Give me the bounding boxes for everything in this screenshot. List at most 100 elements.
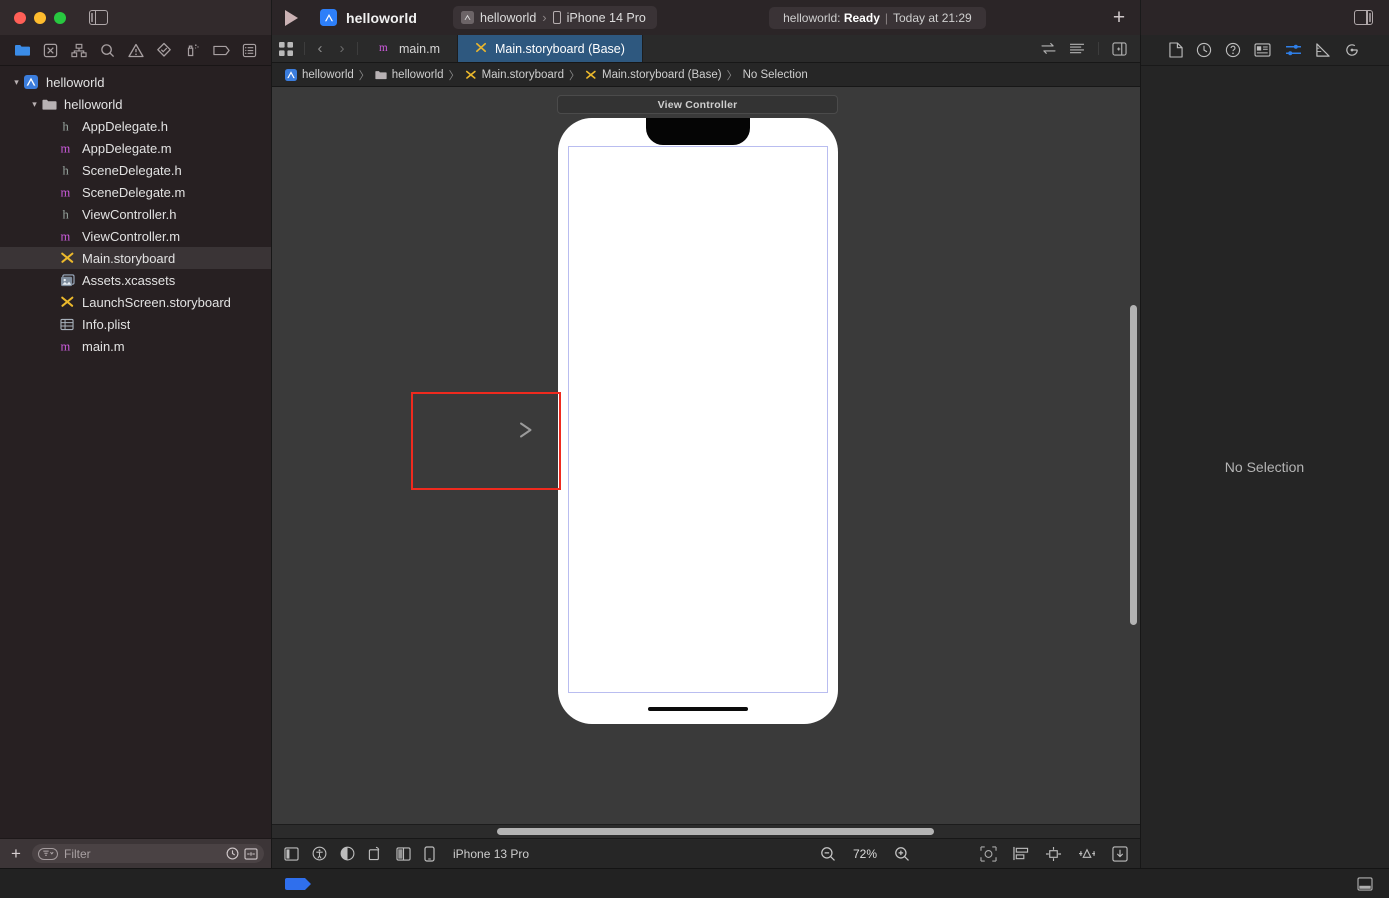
sidebar-right-icon[interactable] (1354, 10, 1373, 25)
file-tree-row[interactable]: Info.plist (0, 313, 272, 335)
attributes-inspector-icon[interactable] (1285, 43, 1302, 57)
console-toggle-icon[interactable] (1357, 877, 1373, 891)
pin-icon[interactable] (1045, 846, 1062, 862)
tab-main-storyboard[interactable]: Main.storyboard (Base) (458, 35, 643, 62)
source-control-navigator-icon[interactable] (42, 42, 59, 59)
breadcrumb-item[interactable]: No Selection (743, 69, 808, 81)
editor-area: ‹ › m main.m Main.storyboard (Base) (272, 35, 1140, 868)
assets-icon (59, 274, 75, 287)
objc-file-icon: m (59, 229, 75, 243)
safe-area-guide (568, 146, 828, 693)
chevron-left-icon[interactable]: ‹ (309, 35, 331, 62)
file-tree-row[interactable]: LaunchScreen.storyboard (0, 291, 272, 313)
blue-tag-icon[interactable] (285, 878, 305, 890)
breakpoint-navigator-icon[interactable] (213, 42, 230, 59)
file-tree-row[interactable]: mAppDelegate.m (0, 137, 272, 159)
orientation-icon[interactable] (368, 846, 383, 861)
canvas-horizontal-scrollbar[interactable] (497, 828, 934, 835)
file-name-label: AppDelegate.m (82, 141, 172, 156)
breadcrumb[interactable]: helloworld〉helloworld〉Main.storyboard〉Ma… (272, 63, 1140, 87)
canvas-surface[interactable]: View Controller (272, 87, 1140, 824)
add-editor-icon[interactable] (1112, 42, 1127, 56)
inspector-content: No Selection (1140, 66, 1389, 868)
device-icon[interactable] (424, 846, 435, 862)
scheme-selector[interactable]: helloworld › iPhone 14 Pro (453, 6, 657, 29)
canvas-device-label[interactable]: iPhone 13 Pro (453, 847, 529, 861)
file-tree-row[interactable]: ▾helloworld (0, 71, 272, 93)
disclosure-triangle-icon[interactable]: ▾ (10, 77, 23, 88)
file-tree-row[interactable]: Assets.xcassets (0, 269, 272, 291)
breadcrumb-item[interactable]: Main.storyboard (465, 69, 564, 81)
bottom-bar-middle (272, 878, 1140, 890)
update-frames-icon[interactable] (980, 846, 997, 862)
adaptation-icon[interactable] (396, 847, 411, 861)
chevron-right-icon[interactable]: › (331, 35, 353, 62)
zoom-window-button[interactable] (54, 12, 66, 24)
zoom-out-icon[interactable] (820, 846, 836, 862)
swap-icon[interactable] (1041, 42, 1056, 55)
report-navigator-icon[interactable] (241, 42, 258, 59)
appearance-icon[interactable] (340, 846, 355, 861)
search-input[interactable]: Filter (32, 844, 264, 863)
connections-inspector-icon[interactable] (1344, 42, 1360, 58)
zoom-level[interactable]: 72% (853, 847, 877, 861)
activity-status[interactable]: helloworld: Ready | Today at 21:29 (769, 7, 986, 29)
project-navigator-icon[interactable] (14, 42, 31, 59)
file-tree-row[interactable]: ▾helloworld (0, 93, 272, 115)
document-outline-icon[interactable] (284, 847, 299, 861)
file-tree-row[interactable]: mSceneDelegate.m (0, 181, 272, 203)
issue-navigator-icon[interactable] (127, 42, 144, 59)
tab-main-m[interactable]: m main.m (362, 35, 458, 62)
project-file-tree[interactable]: ▾helloworld▾helloworldhAppDelegate.hmApp… (0, 66, 272, 838)
zoom-in-icon[interactable] (894, 846, 910, 862)
view-controller-scene[interactable] (558, 118, 838, 724)
status-area: helloworld: Ready | Today at 21:29 (657, 7, 1098, 29)
editor-tab-bar-right (1041, 35, 1140, 62)
svg-text:h: h (63, 120, 70, 134)
sidebar-left-icon[interactable] (89, 10, 108, 25)
grid-icon[interactable] (272, 35, 300, 62)
accessibility-icon[interactable] (312, 846, 327, 861)
file-tree-row[interactable]: mViewController.m (0, 225, 272, 247)
file-tree-row[interactable]: hSceneDelegate.h (0, 159, 272, 181)
close-window-button[interactable] (14, 12, 26, 24)
breadcrumb-item[interactable]: helloworld (375, 69, 444, 81)
file-tree-row[interactable]: mmain.m (0, 335, 272, 357)
breadcrumb-item[interactable]: Main.storyboard (Base) (585, 69, 722, 81)
quick-help-inspector-icon[interactable] (1225, 42, 1241, 58)
svg-text:h: h (63, 164, 70, 178)
lines-icon[interactable] (1069, 42, 1085, 55)
disclosure-triangle-icon[interactable]: ▾ (28, 99, 41, 110)
canvas-horizontal-scrollbar-track[interactable] (272, 824, 1140, 838)
scene-title-bar[interactable]: View Controller (557, 95, 838, 114)
minimize-window-button[interactable] (34, 12, 46, 24)
clock-icon[interactable] (226, 847, 239, 860)
size-inspector-icon[interactable] (1315, 43, 1331, 58)
file-inspector-icon[interactable] (1169, 42, 1183, 58)
align-icon[interactable] (1013, 846, 1029, 861)
annotation-rectangle (411, 392, 561, 490)
file-tree-row[interactable]: hAppDelegate.h (0, 115, 272, 137)
embed-in-icon[interactable] (1112, 846, 1128, 862)
test-navigator-icon[interactable] (156, 42, 173, 59)
filter-scope-icon[interactable] (38, 848, 58, 860)
add-button[interactable]: + (1098, 6, 1140, 30)
breadcrumb-item[interactable]: helloworld (285, 69, 354, 81)
header-file-icon: h (59, 163, 75, 177)
history-inspector-icon[interactable] (1196, 42, 1212, 58)
run-button[interactable] (272, 0, 310, 35)
canvas-vertical-scrollbar[interactable] (1130, 305, 1137, 625)
identity-inspector-icon[interactable] (1254, 43, 1271, 57)
find-navigator-icon[interactable] (99, 42, 116, 59)
xcode-project-icon (320, 9, 337, 26)
debug-navigator-icon[interactable] (184, 42, 201, 59)
file-tree-row[interactable]: Main.storyboard (0, 247, 272, 269)
add-file-button[interactable]: + (8, 844, 24, 864)
scm-filter-icon[interactable] (244, 848, 258, 860)
resolve-autolayout-icon[interactable] (1078, 846, 1096, 861)
symbol-navigator-icon[interactable] (71, 42, 88, 59)
titlebar-left-section (0, 0, 272, 35)
file-tree-row[interactable]: hViewController.h (0, 203, 272, 225)
storyboard-canvas[interactable]: View Controller (272, 87, 1140, 824)
inspector-tab-bar (1140, 35, 1389, 66)
